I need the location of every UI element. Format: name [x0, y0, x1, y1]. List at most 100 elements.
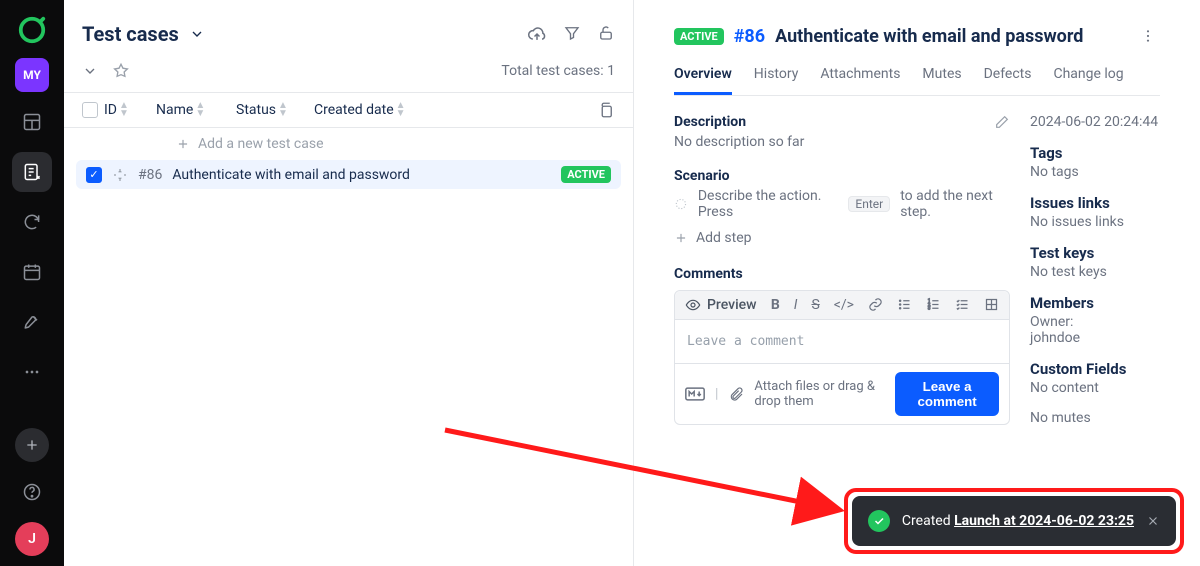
add-button[interactable] — [15, 428, 49, 462]
table-row[interactable]: ✓ #86 Authenticate with email and passwo… — [76, 160, 621, 189]
case-id: #86 — [734, 26, 765, 47]
col-id[interactable]: ID — [104, 102, 117, 118]
star-icon[interactable] — [112, 62, 130, 80]
sidebar-meta: 2024-06-02 20:24:44 Tags No tags Issues l… — [1030, 114, 1160, 440]
check-icon — [868, 510, 890, 532]
scenario-hint-pre: Describe the action. Press — [698, 188, 839, 220]
add-step-label: Add step — [696, 230, 752, 246]
svg-text:3: 3 — [928, 307, 931, 312]
page-title[interactable]: Test cases — [82, 22, 205, 46]
ol-icon[interactable]: 123 — [926, 297, 941, 313]
chevron-down-icon — [189, 26, 205, 42]
tabs: Overview History Attachments Mutes Defec… — [674, 66, 1160, 96]
tab-defects[interactable]: Defects — [984, 66, 1032, 95]
case-status-badge: ACTIVE — [674, 28, 724, 45]
drag-icon[interactable] — [112, 167, 128, 183]
col-status[interactable]: Status — [236, 102, 276, 118]
page-title-text: Test cases — [82, 22, 179, 46]
tags-value: No tags — [1030, 164, 1160, 180]
dashed-circle-icon — [674, 196, 688, 212]
add-step-button[interactable]: Add step — [674, 230, 1010, 246]
toast-prefix: Created — [902, 513, 951, 529]
total-count: Total test cases: 1 — [501, 63, 615, 79]
case-title: Authenticate with email and password — [775, 26, 1083, 47]
link-icon[interactable] — [868, 297, 883, 313]
tab-mutes[interactable]: Mutes — [922, 66, 961, 95]
ul-icon[interactable] — [897, 297, 912, 313]
col-name[interactable]: Name — [156, 102, 193, 118]
tab-overview[interactable]: Overview — [674, 66, 732, 95]
eye-icon — [685, 297, 701, 313]
user-avatar[interactable]: J — [15, 522, 49, 556]
col-created[interactable]: Created date — [314, 102, 394, 118]
collapse-icon[interactable] — [82, 63, 98, 79]
row-id: #86 — [138, 167, 162, 183]
table-icon[interactable] — [984, 297, 999, 313]
custom-value: No content — [1030, 380, 1160, 396]
add-testcase-row[interactable]: Add a new test case — [64, 128, 633, 160]
calendar-icon[interactable] — [12, 252, 52, 292]
code-icon[interactable]: </> — [834, 297, 854, 313]
tab-attachments[interactable]: Attachments — [820, 66, 900, 95]
members-header: Members — [1030, 294, 1160, 312]
checklist-icon[interactable] — [955, 297, 970, 313]
app-logo[interactable] — [14, 12, 50, 48]
preview-toggle[interactable]: Preview — [685, 297, 757, 313]
row-title: Authenticate with email and password — [172, 167, 410, 183]
scenario-header: Scenario — [674, 168, 1010, 184]
issues-header: Issues links — [1030, 194, 1160, 212]
attach-icon[interactable] — [728, 386, 744, 402]
testkeys-header: Test keys — [1030, 244, 1160, 262]
custom-header: Custom Fields — [1030, 360, 1160, 378]
kebab-icon[interactable] — [1136, 24, 1160, 48]
created-at: 2024-06-02 20:24:44 — [1030, 114, 1160, 130]
preview-label: Preview — [707, 297, 757, 313]
leave-comment-button[interactable]: Leave a comment — [895, 372, 999, 416]
attach-label[interactable]: Attach files or drag & drop them — [754, 379, 885, 409]
issues-value: No issues links — [1030, 214, 1160, 230]
markdown-icon[interactable] — [685, 387, 705, 401]
tab-history[interactable]: History — [754, 66, 799, 95]
scenario-hint[interactable]: Describe the action. Press Enter to add … — [674, 188, 1010, 220]
comments-header: Comments — [674, 266, 1010, 282]
dashboard-icon[interactable] — [12, 102, 52, 142]
comment-editor: Preview B I S </> 123 — [674, 290, 1010, 425]
left-pane: Test cases Total test cases: 1 ID▲▼ Name… — [64, 0, 634, 566]
filter-icon[interactable] — [563, 24, 581, 44]
italic-icon[interactable]: I — [794, 297, 798, 313]
columns-config-icon[interactable] — [597, 101, 615, 119]
close-icon[interactable] — [1146, 514, 1160, 528]
testkeys-value: No test keys — [1030, 264, 1160, 280]
owner-label: Owner: — [1030, 314, 1073, 330]
description-value: No description so far — [674, 134, 1010, 150]
toast-highlight: Created Launch at 2024-06-02 23:25 — [844, 488, 1184, 554]
owner-value: johndoe — [1030, 330, 1080, 346]
cycles-icon[interactable] — [12, 202, 52, 242]
rocket-icon[interactable] — [12, 302, 52, 342]
scenario-hint-post: to add the next step. — [900, 188, 1010, 220]
cloud-upload-icon[interactable] — [527, 24, 547, 44]
tags-header: Tags — [1030, 144, 1160, 162]
plus-icon — [674, 231, 688, 245]
toast: Created Launch at 2024-06-02 23:25 — [852, 496, 1176, 546]
mutes-value: No mutes — [1030, 410, 1160, 426]
pencil-icon[interactable] — [994, 114, 1010, 130]
comment-textarea[interactable]: Leave a comment — [675, 320, 1009, 363]
more-icon[interactable] — [12, 352, 52, 392]
help-icon[interactable] — [12, 472, 52, 512]
toast-link[interactable]: Launch at 2024-06-02 23:25 — [954, 513, 1134, 529]
table-header: ID▲▼ Name▲▼ Status▲▼ Created date▲▼ — [64, 92, 633, 128]
tab-changelog[interactable]: Change log — [1053, 66, 1123, 95]
project-badge[interactable]: MY — [15, 58, 49, 92]
description-header: Description — [674, 114, 746, 130]
bold-icon[interactable]: B — [771, 297, 780, 313]
enter-key: Enter — [848, 196, 890, 212]
row-status-badge: ACTIVE — [561, 166, 611, 183]
add-testcase-label: Add a new test case — [198, 136, 324, 152]
testcases-icon[interactable] — [12, 152, 52, 192]
select-all-checkbox[interactable] — [82, 102, 98, 118]
row-checkbox[interactable]: ✓ — [86, 167, 102, 183]
lock-open-icon[interactable] — [597, 24, 615, 44]
right-pane: ACTIVE #86 Authenticate with email and p… — [634, 0, 1200, 566]
strike-icon[interactable]: S — [811, 297, 819, 313]
